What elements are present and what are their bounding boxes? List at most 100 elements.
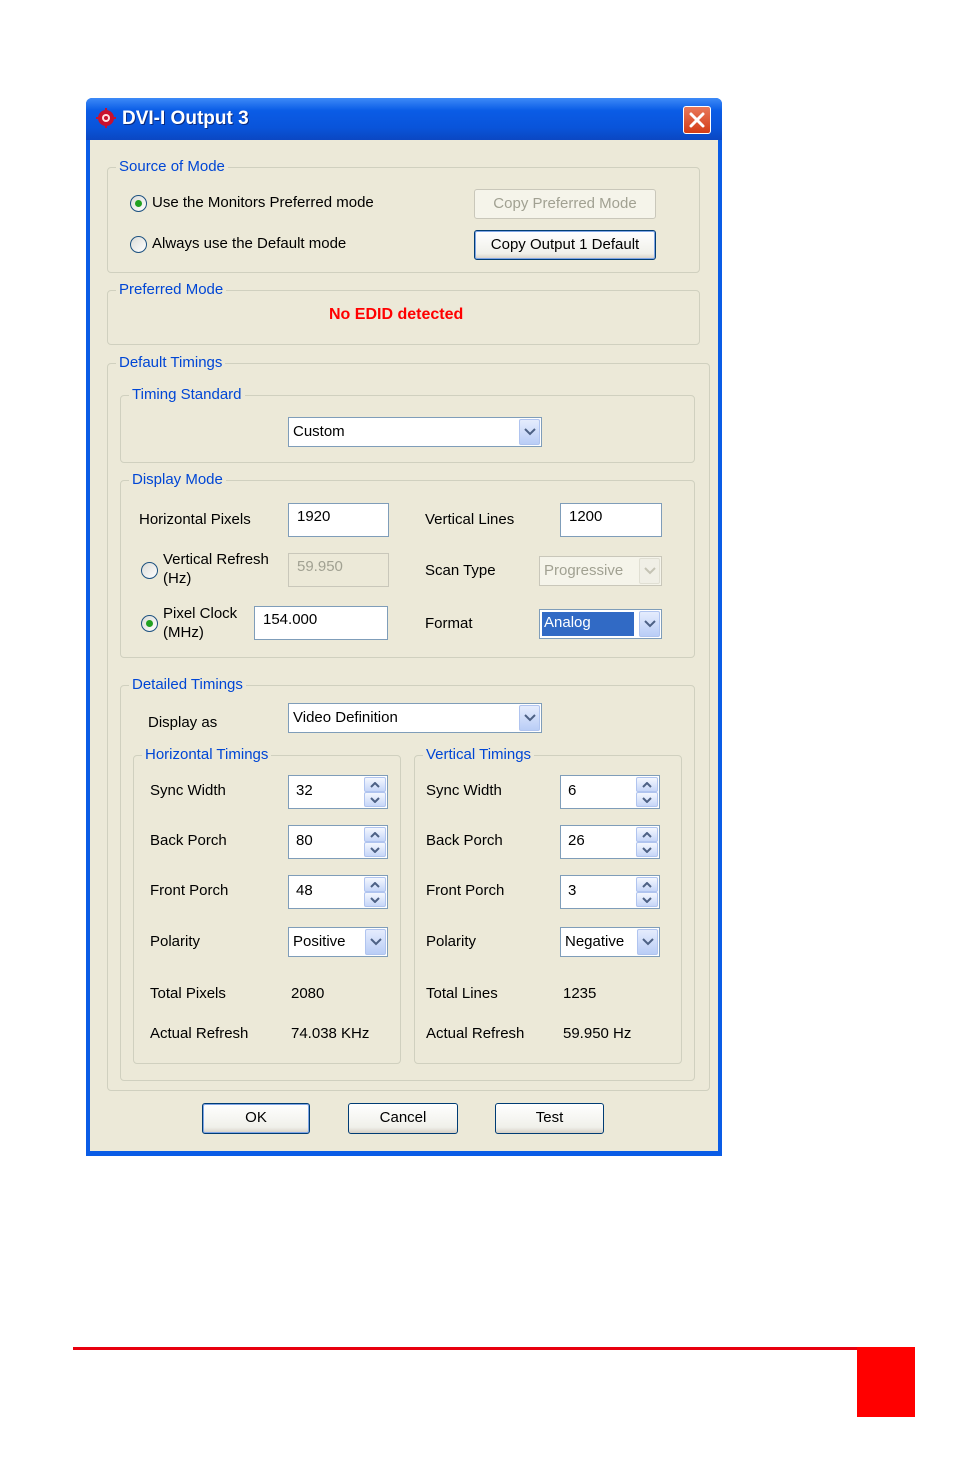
h-front-porch-label: Front Porch <box>150 882 229 899</box>
selected-value: Video Definition <box>293 709 398 726</box>
timing-standard-group: Timing Standard Custom <box>120 386 695 463</box>
radio-default-label: Always use the Default mode <box>152 235 347 252</box>
display-mode-group: Display Mode Horizontal Pixels 1920 Vert… <box>120 471 695 658</box>
edid-status: No EDID detected <box>329 306 464 323</box>
arrow-down-icon[interactable] <box>636 892 658 907</box>
vertical-refresh-unit: (Hz) <box>163 570 192 587</box>
total-pixels-label: Total Pixels <box>150 985 226 1002</box>
arrow-up-icon[interactable] <box>636 877 658 892</box>
display-as-select[interactable]: Video Definition <box>288 703 542 733</box>
selected-value: Custom <box>293 423 345 440</box>
spinner-value: 6 <box>568 782 577 799</box>
group-legend: Horizontal Timings <box>142 746 272 764</box>
chevron-down-icon[interactable] <box>519 705 540 731</box>
chevron-down-icon[interactable] <box>637 929 658 955</box>
copy-preferred-mode-button[interactable]: Copy Preferred Mode <box>474 189 656 219</box>
h-sync-width-spinner[interactable]: 32 <box>288 775 388 809</box>
radio-vertical-refresh[interactable] <box>141 562 158 579</box>
group-legend: Display Mode <box>129 471 226 489</box>
group-legend: Preferred Mode <box>116 281 227 299</box>
arrow-up-icon[interactable] <box>364 827 386 842</box>
spinner-value: 3 <box>568 882 577 899</box>
horizontal-pixels-label: Horizontal Pixels <box>139 511 251 528</box>
total-lines-label: Total Lines <box>426 985 498 1002</box>
group-legend: Vertical Timings <box>423 746 535 764</box>
group-legend: Default Timings <box>116 354 226 372</box>
v-actual-refresh-label: Actual Refresh <box>426 1025 525 1042</box>
selected-value: Progressive <box>544 562 624 579</box>
footer-red-block <box>857 1347 915 1417</box>
arrow-down-icon[interactable] <box>364 792 386 807</box>
detailed-timings-group: Detailed Timings Display as Video Defini… <box>120 676 695 1081</box>
scan-type-select[interactable]: Progressive <box>539 556 662 586</box>
close-button[interactable] <box>683 106 711 134</box>
window-title: DVI-I Output 3 <box>122 108 249 129</box>
spinner-value: 48 <box>296 882 313 899</box>
radio-preferred-label: Use the Monitors Preferred mode <box>152 194 374 211</box>
format-select[interactable]: Analog <box>539 609 662 639</box>
radio-default-mode[interactable] <box>130 236 147 253</box>
h-actual-refresh-value: 74.038 KHz <box>291 1025 370 1042</box>
chevron-down-icon[interactable] <box>639 558 660 584</box>
arrow-down-icon[interactable] <box>636 792 658 807</box>
timing-standard-select[interactable]: Custom <box>288 417 542 447</box>
arrow-up-icon[interactable] <box>636 827 658 842</box>
v-front-porch-label: Front Porch <box>426 882 505 899</box>
chevron-down-icon[interactable] <box>519 419 540 445</box>
spinner-value: 80 <box>296 832 313 849</box>
pixel-clock-input[interactable]: 154.000 <box>254 606 388 640</box>
ok-button[interactable]: OK <box>202 1103 310 1134</box>
arrow-down-icon[interactable] <box>636 842 658 857</box>
red-gear-icon <box>95 108 117 128</box>
horizontal-timings-group: Horizontal Timings Sync Width 32 Back Po… <box>133 746 401 1064</box>
dialog-window: DVI-I Output 3 Source of Mode Use the Mo… <box>86 98 722 1156</box>
radio-preferred-mode[interactable] <box>130 195 147 212</box>
h-sync-width-label: Sync Width <box>150 782 226 799</box>
vertical-lines-label: Vertical Lines <box>425 511 515 528</box>
spinner-value: 32 <box>296 782 313 799</box>
group-legend: Detailed Timings <box>129 676 246 694</box>
v-actual-refresh-value: 59.950 Hz <box>563 1025 632 1042</box>
h-polarity-select[interactable]: Positive <box>288 927 388 957</box>
copy-output-default-button[interactable]: Copy Output 1 Default <box>474 230 656 260</box>
vertical-refresh-input[interactable]: 59.950 <box>288 553 389 587</box>
spinner-value: 26 <box>568 832 585 849</box>
vertical-timings-group: Vertical Timings Sync Width 6 Back Porch… <box>414 746 682 1064</box>
v-front-porch-spinner[interactable]: 3 <box>560 875 660 909</box>
v-sync-width-label: Sync Width <box>426 782 502 799</box>
pixel-clock-label: Pixel Clock <box>163 605 238 622</box>
arrow-up-icon[interactable] <box>364 877 386 892</box>
footer-divider <box>73 1347 873 1350</box>
h-back-porch-spinner[interactable]: 80 <box>288 825 388 859</box>
group-legend: Source of Mode <box>116 158 228 176</box>
v-back-porch-label: Back Porch <box>426 832 503 849</box>
h-back-porch-label: Back Porch <box>150 832 227 849</box>
v-sync-width-spinner[interactable]: 6 <box>560 775 660 809</box>
format-label: Format <box>425 615 473 632</box>
scan-type-label: Scan Type <box>425 562 496 579</box>
chevron-down-icon[interactable] <box>639 611 660 637</box>
v-polarity-select[interactable]: Negative <box>560 927 660 957</box>
radio-pixel-clock[interactable] <box>141 615 158 632</box>
arrow-down-icon[interactable] <box>364 842 386 857</box>
v-back-porch-spinner[interactable]: 26 <box>560 825 660 859</box>
horizontal-pixels-input[interactable]: 1920 <box>288 503 389 537</box>
selected-value: Negative <box>565 933 625 950</box>
pixel-clock-unit: (MHz) <box>163 624 204 641</box>
cancel-button[interactable]: Cancel <box>348 1103 458 1134</box>
group-legend: Timing Standard <box>129 386 245 404</box>
dialog-client-area: Source of Mode Use the Monitors Preferre… <box>90 140 718 1151</box>
vertical-refresh-label: Vertical Refresh <box>163 551 269 568</box>
total-lines-value: 1235 <box>563 985 597 1002</box>
chevron-down-icon[interactable] <box>365 929 386 955</box>
test-button[interactable]: Test <box>495 1103 604 1134</box>
selected-value: Analog <box>542 612 634 636</box>
arrow-down-icon[interactable] <box>364 892 386 907</box>
vertical-lines-input[interactable]: 1200 <box>560 503 662 537</box>
arrow-up-icon[interactable] <box>636 777 658 792</box>
display-as-label: Display as <box>148 714 218 731</box>
source-of-mode-group: Source of Mode Use the Monitors Preferre… <box>107 158 700 273</box>
h-front-porch-spinner[interactable]: 48 <box>288 875 388 909</box>
arrow-up-icon[interactable] <box>364 777 386 792</box>
title-bar[interactable]: DVI-I Output 3 <box>86 98 722 140</box>
